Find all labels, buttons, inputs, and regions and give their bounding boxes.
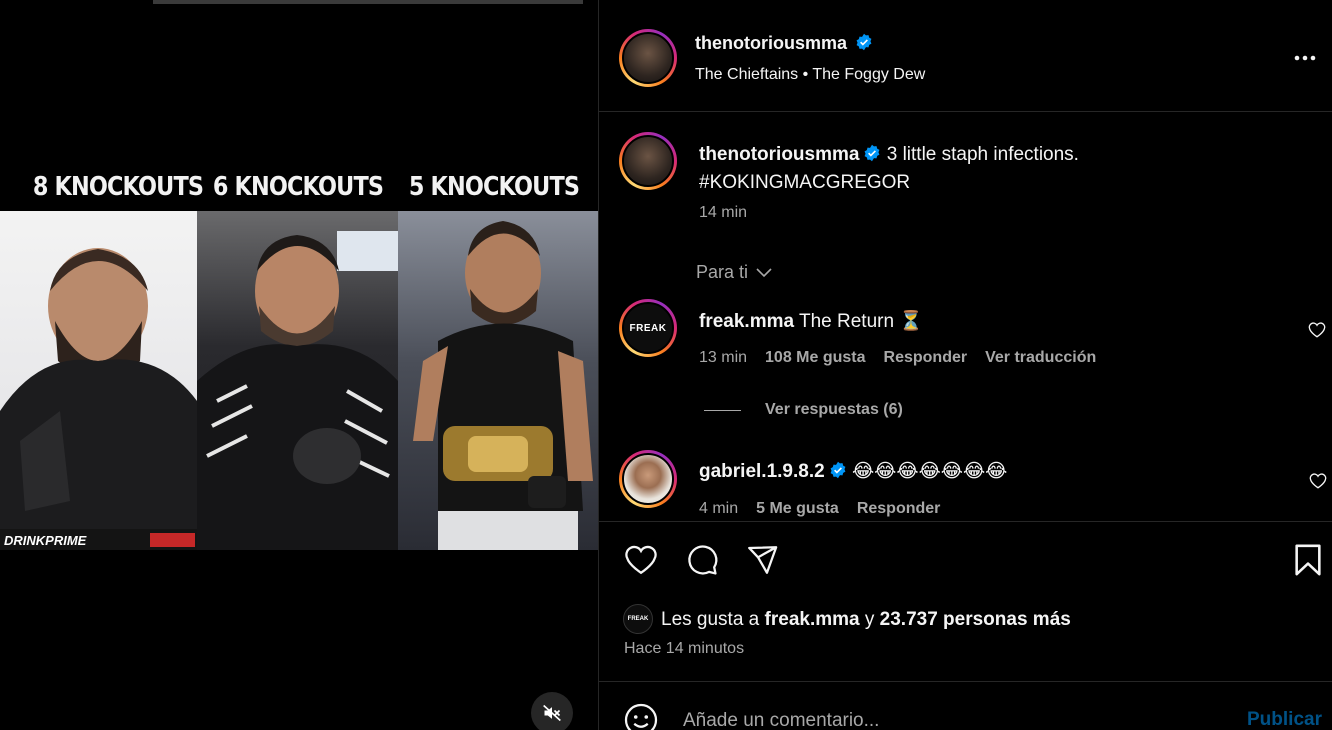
knockout-label-2: 6 KNOCKOUTS — [212, 172, 384, 202]
post-header: thenotoriousmma The Chieftains • The Fog… — [599, 0, 1332, 112]
caption-username[interactable]: thenotoriousmma — [699, 144, 859, 165]
fighter-photo-1: DRINKPRIME — [0, 211, 197, 550]
comment-2: gabriel.1.9.8.2 😂😂😂😂😂😂😂 4 min 5 Me gusta R… — [599, 440, 1332, 520]
comment-bubble-icon[interactable] — [684, 543, 720, 577]
view-replies-button[interactable]: Ver respuestas (6) — [704, 401, 903, 419]
verified-badge-icon — [865, 144, 880, 162]
post-time: Hace 14 minutos — [624, 640, 745, 657]
thumbnail-strip — [153, 0, 583, 4]
author-name-row: thenotoriousmma — [695, 33, 873, 54]
comment-likes-count[interactable]: 108 Me gusta — [765, 349, 865, 366]
caption-hashtag[interactable]: #KOKINGMACGREGOR — [699, 172, 910, 193]
music-info[interactable]: The Chieftains • The Foggy Dew — [695, 66, 925, 84]
liker-username[interactable]: freak.mma — [765, 609, 860, 630]
comment-avatar[interactable]: FREAK — [619, 299, 677, 357]
comment-avatar[interactable] — [619, 450, 677, 508]
comment-filter-label: Para ti — [696, 262, 749, 282]
caption: thenotoriousmma 3 little staph infection… — [699, 141, 1299, 197]
fighter-photo-3 — [398, 211, 598, 550]
knockout-label-3: 5 KNOCKOUTS — [408, 172, 580, 202]
fighter-photo-2 — [197, 211, 398, 550]
comment-like-heart-icon[interactable] — [1309, 472, 1327, 490]
comment-username[interactable]: freak.mma — [699, 311, 794, 332]
comment-username[interactable]: gabriel.1.9.8.2 — [699, 461, 825, 482]
comment-text: 😂😂😂😂😂😂😂 — [851, 461, 1008, 482]
comment-likes-count[interactable]: 5 Me gusta — [756, 500, 839, 517]
replies-divider — [704, 409, 741, 411]
emoji-smiley-icon[interactable] — [623, 702, 659, 730]
sponsor-text: DRINKPRIME — [4, 533, 87, 548]
view-replies-label: Ver respuestas (6) — [765, 401, 903, 418]
freak-logo-text: FREAK — [629, 322, 667, 334]
post-sidebar: thenotoriousmma The Chieftains • The Fog… — [598, 0, 1332, 730]
caption-text: 3 little staph infections. — [886, 144, 1079, 165]
verified-badge-icon — [857, 33, 872, 51]
knockout-label-1: 8 KNOCKOUTS — [32, 172, 204, 202]
publish-button[interactable]: Publicar — [1247, 709, 1322, 730]
comment-2-meta: 4 min 5 Me gusta Responder — [699, 500, 940, 518]
chevron-down-icon — [756, 267, 772, 277]
comment-like-heart-icon[interactable] — [1308, 321, 1326, 339]
caption-time: 14 min — [699, 204, 748, 221]
comment-1-meta: 13 min 108 Me gusta Responder Ver traducció… — [699, 349, 1096, 367]
caption-avatar[interactable] — [619, 132, 677, 190]
comment-input[interactable] — [683, 705, 1223, 730]
more-horizontal-icon[interactable] — [1293, 54, 1317, 62]
reply-button[interactable]: Responder — [857, 500, 941, 517]
post-media[interactable]: 8 KNOCKOUTS 6 KNOCKOUTS 5 KNOCKOUTS DRIN… — [0, 0, 598, 730]
comment-time: 4 min — [699, 500, 739, 517]
likes-summary: Les gusta a freak.mma y 23.737 personas … — [661, 609, 1071, 631]
composer-divider — [599, 681, 1332, 682]
comment-2-body: gabriel.1.9.8.2 😂😂😂😂😂😂😂 — [699, 460, 1007, 483]
author-username[interactable]: thenotoriousmma — [695, 33, 847, 53]
likes-count-link[interactable]: 23.737 personas más — [880, 609, 1071, 630]
speaker-muted-icon — [543, 704, 561, 722]
freak-logo-text: FREAK — [627, 616, 649, 622]
comment-time: 13 min — [699, 349, 748, 366]
mute-button[interactable] — [531, 692, 573, 730]
likes-joiner: y — [864, 609, 875, 630]
translate-button[interactable]: Ver traducción — [985, 349, 1096, 366]
actions-divider — [599, 521, 1332, 522]
save-bookmark-icon[interactable] — [1293, 543, 1323, 577]
comment-filter-dropdown[interactable]: Para ti — [696, 262, 772, 283]
author-avatar[interactable] — [619, 29, 677, 87]
reply-button[interactable]: Responder — [884, 349, 968, 366]
comment-1: freak.mma The Return ⏳ — [699, 309, 923, 333]
like-heart-icon[interactable] — [623, 543, 659, 577]
liker-avatar[interactable]: FREAK — [623, 604, 653, 634]
verified-badge-icon — [830, 461, 846, 479]
share-send-icon[interactable] — [744, 543, 780, 577]
likes-prefix: Les gusta a — [661, 609, 760, 630]
comment-text: The Return ⏳ — [799, 311, 923, 332]
